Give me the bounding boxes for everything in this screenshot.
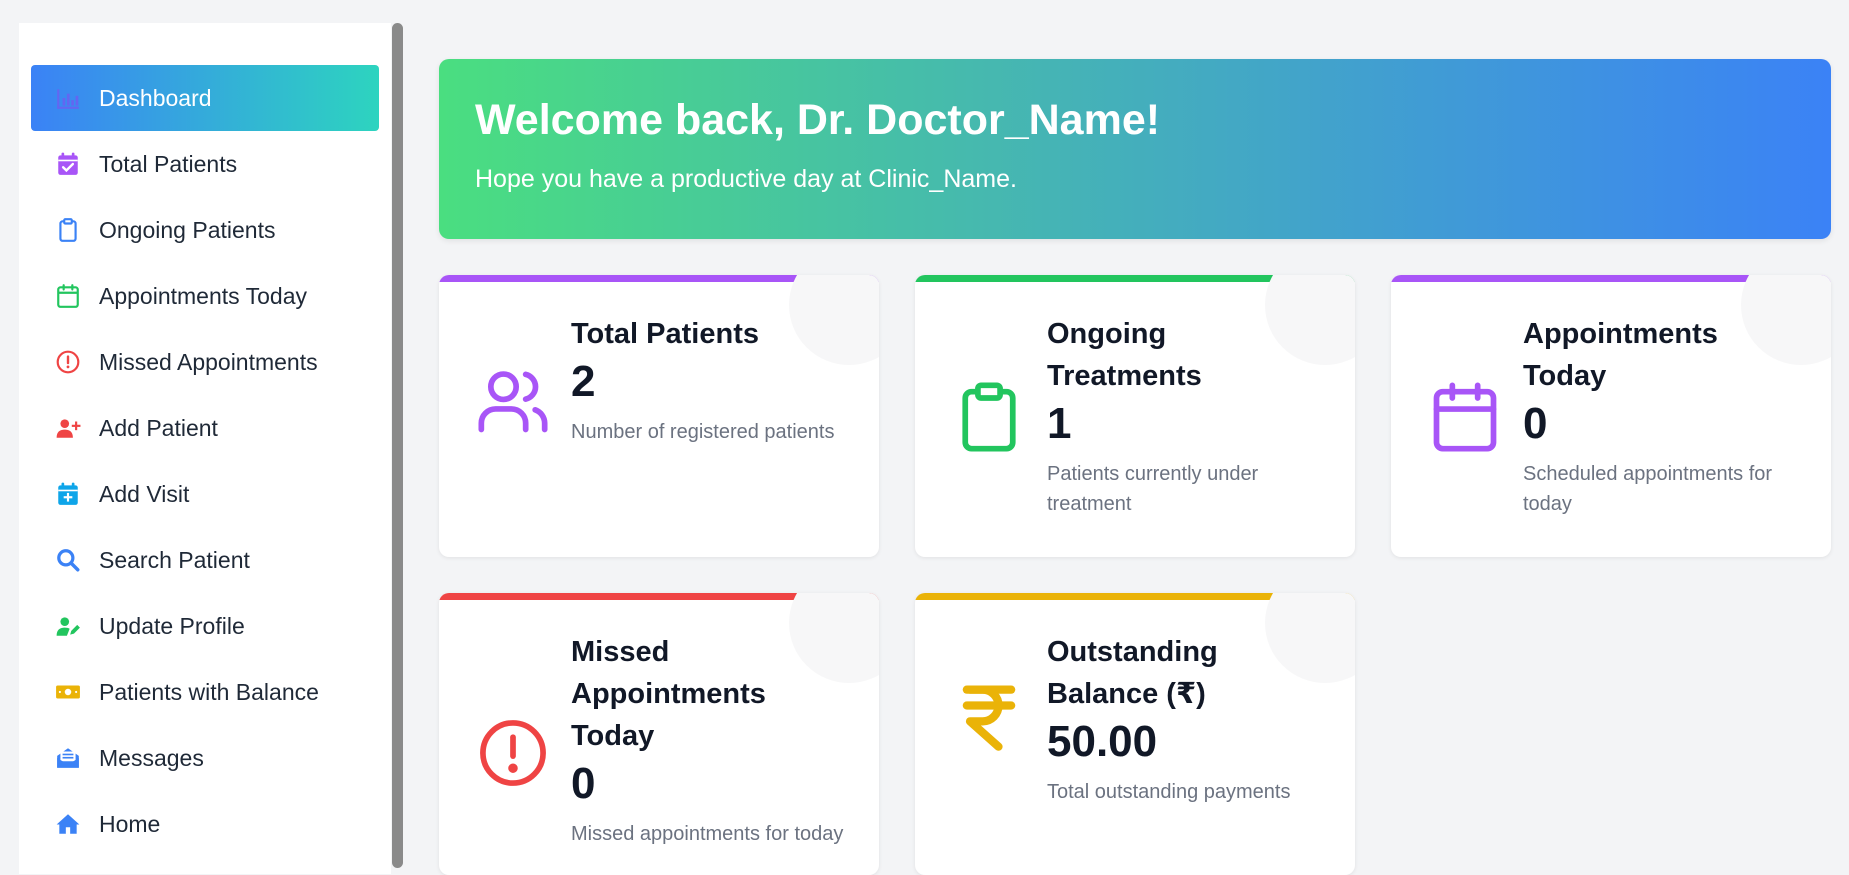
calendar-icon (1427, 379, 1503, 455)
card-title: Outstanding Balance (₹) (1047, 636, 1218, 710)
stat-card-outstanding-balance[interactable]: Outstanding Balance (₹) 50.00 Total outs… (915, 593, 1355, 875)
sidebar-nav: Dashboard Total Patients Ongoing Patient… (31, 65, 379, 857)
sidebar-item-add-patient[interactable]: Add Patient (31, 395, 379, 461)
calendar-check-icon (55, 151, 81, 177)
sidebar-item-ongoing-patients[interactable]: Ongoing Patients (31, 197, 379, 263)
sidebar-item-label: Missed Appointments (99, 348, 318, 375)
stat-card-missed-appointments[interactable]: Missed Appointments Today 0 Missed appoi… (439, 593, 879, 875)
clipboard-icon (55, 217, 81, 243)
chart-bar-icon (55, 85, 81, 111)
card-value: 0 (1523, 399, 1548, 448)
sidebar-item-missed-appointments[interactable]: Missed Appointments (31, 329, 379, 395)
sidebar-item-dashboard[interactable]: Dashboard (31, 65, 379, 131)
card-description: Scheduled appointments for today (1523, 463, 1773, 515)
sidebar-item-messages[interactable]: Messages (31, 725, 379, 791)
sidebar-item-total-patients[interactable]: Total Patients (31, 131, 379, 197)
card-body: Outstanding Balance (₹) 50.00 Total outs… (1047, 631, 1327, 807)
money-bill-icon (55, 679, 81, 705)
sidebar-item-label: Total Patients (99, 150, 238, 177)
sidebar-item-patients-with-balance[interactable]: Patients with Balance (31, 659, 379, 725)
card-body: Ongoing Treatments 1 Patients currently … (1047, 313, 1327, 519)
sidebar-item-label: Home (99, 810, 161, 837)
card-title: Total Patients (571, 318, 759, 350)
card-title: Ongoing Treatments (1047, 318, 1202, 392)
card-value: 2 (571, 357, 596, 406)
home-icon (55, 811, 81, 837)
sidebar-item-label: Appointments Today (99, 282, 307, 309)
envelope-open-icon (55, 745, 81, 771)
welcome-banner: Welcome back, Dr. Doctor_Name! Hope you … (439, 59, 1831, 239)
users-icon (475, 363, 551, 439)
sidebar: Dashboard Total Patients Ongoing Patient… (19, 23, 391, 874)
rupee-icon (951, 677, 1027, 753)
card-value: 50.00 (1047, 717, 1158, 766)
card-title: Appointments Today (1523, 318, 1718, 392)
sidebar-item-label: Messages (99, 744, 204, 771)
welcome-title: Welcome back, Dr. Doctor_Name! (475, 96, 1161, 144)
sidebar-item-appointments-today[interactable]: Appointments Today (31, 263, 379, 329)
card-value: 1 (1047, 399, 1072, 448)
stat-card-ongoing-treatments[interactable]: Ongoing Treatments 1 Patients currently … (915, 275, 1355, 557)
card-description: Number of registered patients (571, 421, 835, 443)
sidebar-item-update-profile[interactable]: Update Profile (31, 593, 379, 659)
welcome-subtitle: Hope you have a productive day at Clinic… (475, 165, 1017, 193)
card-value: 0 (571, 759, 596, 808)
card-description: Patients currently under treatment (1047, 463, 1259, 515)
sidebar-item-label: Add Patient (99, 414, 218, 441)
sidebar-item-label: Update Profile (99, 612, 245, 639)
sidebar-item-home[interactable]: Home (31, 791, 379, 857)
sidebar-item-label: Add Visit (99, 480, 190, 507)
card-body: Missed Appointments Today 0 Missed appoi… (571, 631, 851, 849)
sidebar-item-add-visit[interactable]: Add Visit (31, 461, 379, 527)
sidebar-item-label: Search Patient (99, 546, 250, 573)
exclamation-circle-icon (475, 715, 551, 791)
sidebar-item-label: Ongoing Patients (99, 216, 276, 243)
sidebar-item-label: Dashboard (99, 84, 212, 111)
card-description: Missed appointments for today (571, 823, 844, 845)
calendar-icon (55, 283, 81, 309)
clipboard-icon (951, 379, 1027, 455)
calendar-plus-icon (55, 481, 81, 507)
sidebar-item-search-patient[interactable]: Search Patient (31, 527, 379, 593)
sidebar-item-label: Patients with Balance (99, 678, 319, 705)
card-body: Total Patients 2 Number of registered pa… (571, 313, 851, 447)
user-edit-icon (55, 613, 81, 639)
exclamation-circle-icon (55, 349, 81, 375)
user-plus-icon (55, 415, 81, 441)
stat-card-total-patients[interactable]: Total Patients 2 Number of registered pa… (439, 275, 879, 557)
stat-card-appointments-today[interactable]: Appointments Today 0 Scheduled appointme… (1391, 275, 1831, 557)
card-body: Appointments Today 0 Scheduled appointme… (1523, 313, 1803, 519)
card-title: Missed Appointments Today (571, 636, 766, 752)
card-description: Total outstanding payments (1047, 781, 1291, 803)
sidebar-scrollbar[interactable] (392, 23, 403, 868)
search-icon (55, 547, 81, 573)
